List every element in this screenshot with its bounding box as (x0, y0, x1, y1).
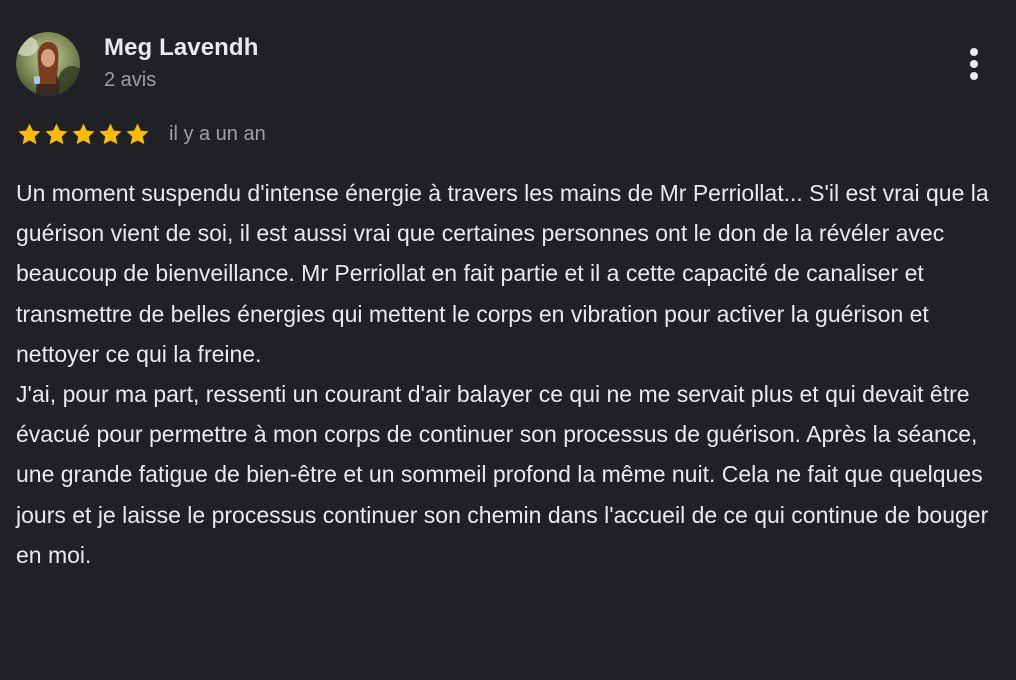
star-icon (126, 122, 149, 144)
avatar[interactable] (16, 32, 80, 96)
more-vert-icon-dot (970, 72, 978, 80)
more-vert-icon (970, 48, 978, 56)
author-name[interactable]: Meg Lavendh (104, 34, 258, 62)
review-paragraph: Un moment suspendu d'intense énergie à t… (16, 180, 989, 367)
star-icon (99, 122, 122, 144)
review-paragraph: J'ai, pour ma part, ressenti un courant … (16, 381, 989, 568)
more-vert-icon-dot (970, 60, 978, 68)
review-count: 2 avis (104, 69, 157, 91)
more-options-button[interactable] (950, 40, 998, 88)
star-icon (18, 122, 41, 144)
rating-row: il y a un an (16, 120, 266, 148)
star-rating (16, 121, 151, 148)
star-icon (45, 122, 68, 144)
star-icon (72, 122, 95, 144)
review-text: Un moment suspendu d'intense énergie à t… (16, 173, 1006, 575)
review-card: Meg Lavendh 2 avis il y a un an Un momen… (0, 0, 1016, 680)
review-date: il y a un an (169, 122, 266, 145)
